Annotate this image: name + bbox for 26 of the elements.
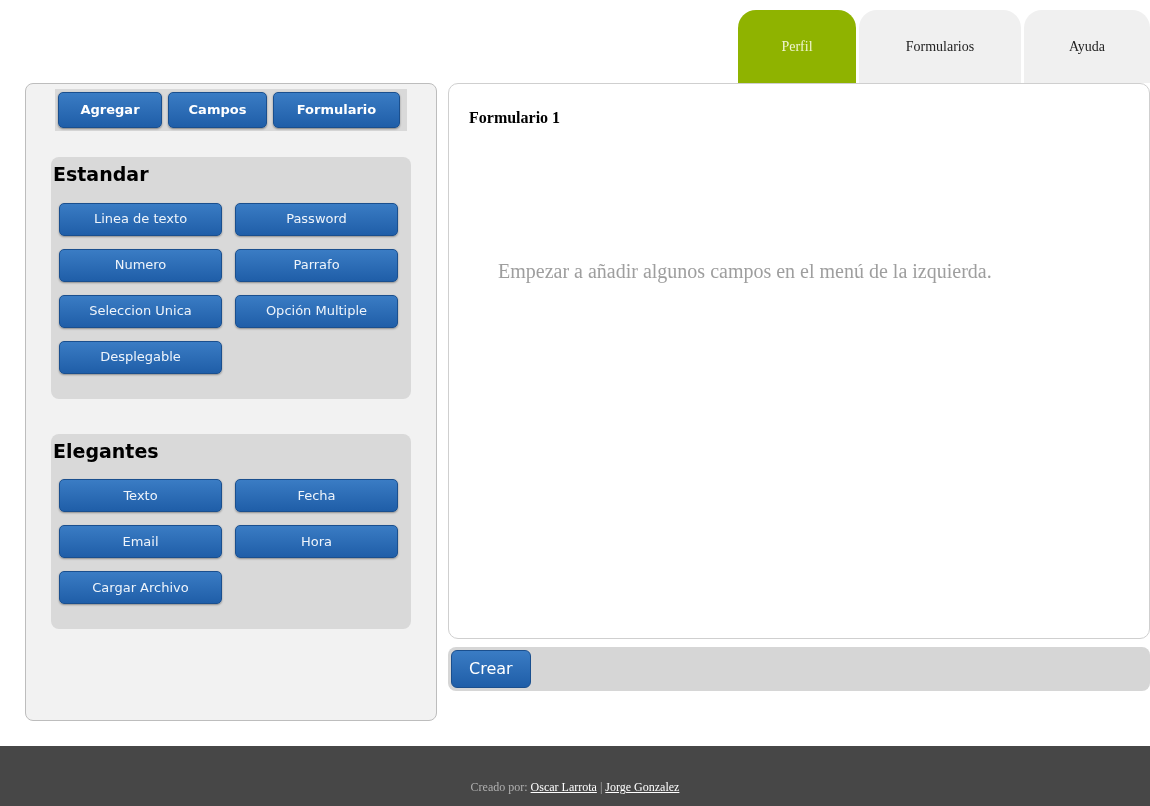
credit-label: Creado por:: [470, 779, 528, 796]
field-type-button[interactable]: Fecha: [235, 479, 398, 512]
author-link[interactable]: Jorge Gonzalez: [605, 778, 680, 796]
form-title: Formulario 1: [469, 108, 561, 128]
field-type-button[interactable]: Password: [235, 202, 398, 236]
field-type-button[interactable]: Parrafo: [235, 248, 398, 282]
field-type-button[interactable]: Opción Multiple: [235, 294, 398, 328]
toolbar-button[interactable]: Agregar: [58, 92, 162, 128]
field-type-button[interactable]: Seleccion Unica: [59, 294, 222, 328]
create-button[interactable]: Crear: [451, 650, 531, 688]
field-type-button[interactable]: Texto: [59, 479, 222, 512]
field-type-button[interactable]: Linea de texto: [59, 202, 222, 236]
author-link[interactable]: Oscar Larrota: [530, 778, 597, 796]
toolbar-button[interactable]: Formulario: [273, 92, 400, 128]
nav-tab[interactable]: Formularios: [859, 10, 1021, 83]
field-type-button[interactable]: Email: [59, 525, 222, 558]
group-heading: Elegantes: [53, 438, 159, 464]
separator: |: [599, 779, 603, 796]
field-type-button[interactable]: Cargar Archivo: [59, 571, 222, 604]
empty-hint: Empezar a añadir algunos campos en el menú de la izquierda.: [498, 259, 992, 285]
toolbar-button[interactable]: Campos: [168, 92, 267, 128]
group-heading: Estandar: [53, 162, 149, 187]
field-type-button[interactable]: Desplegable: [59, 340, 222, 374]
field-type-button[interactable]: Hora: [235, 525, 398, 558]
nav-tab[interactable]: Ayuda: [1024, 10, 1150, 83]
field-type-button[interactable]: Numero: [59, 248, 222, 282]
